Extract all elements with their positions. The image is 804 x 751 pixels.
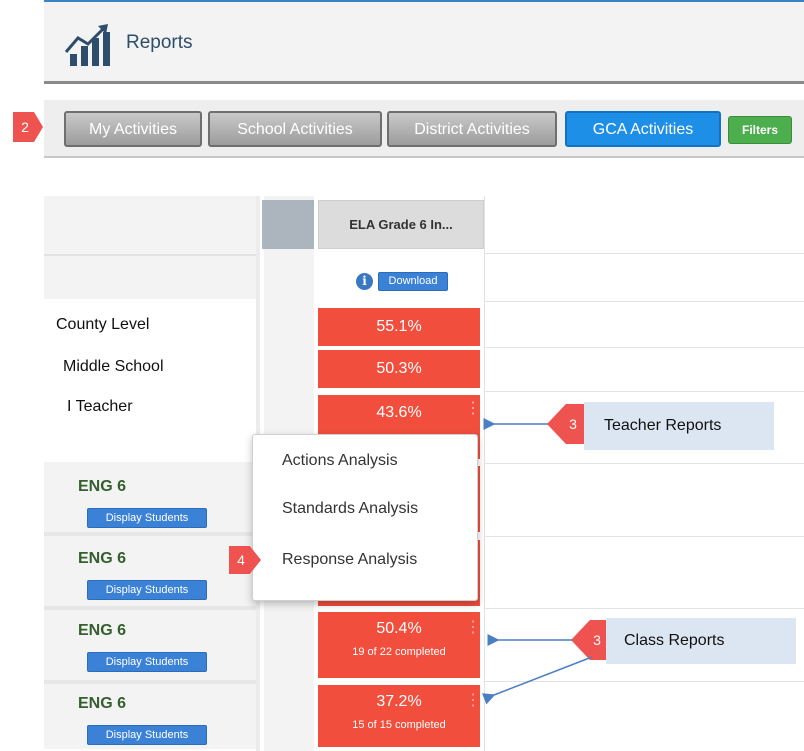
- callout-arrows: [482, 418, 593, 705]
- arrow-to-class-kebab-2: [482, 656, 593, 705]
